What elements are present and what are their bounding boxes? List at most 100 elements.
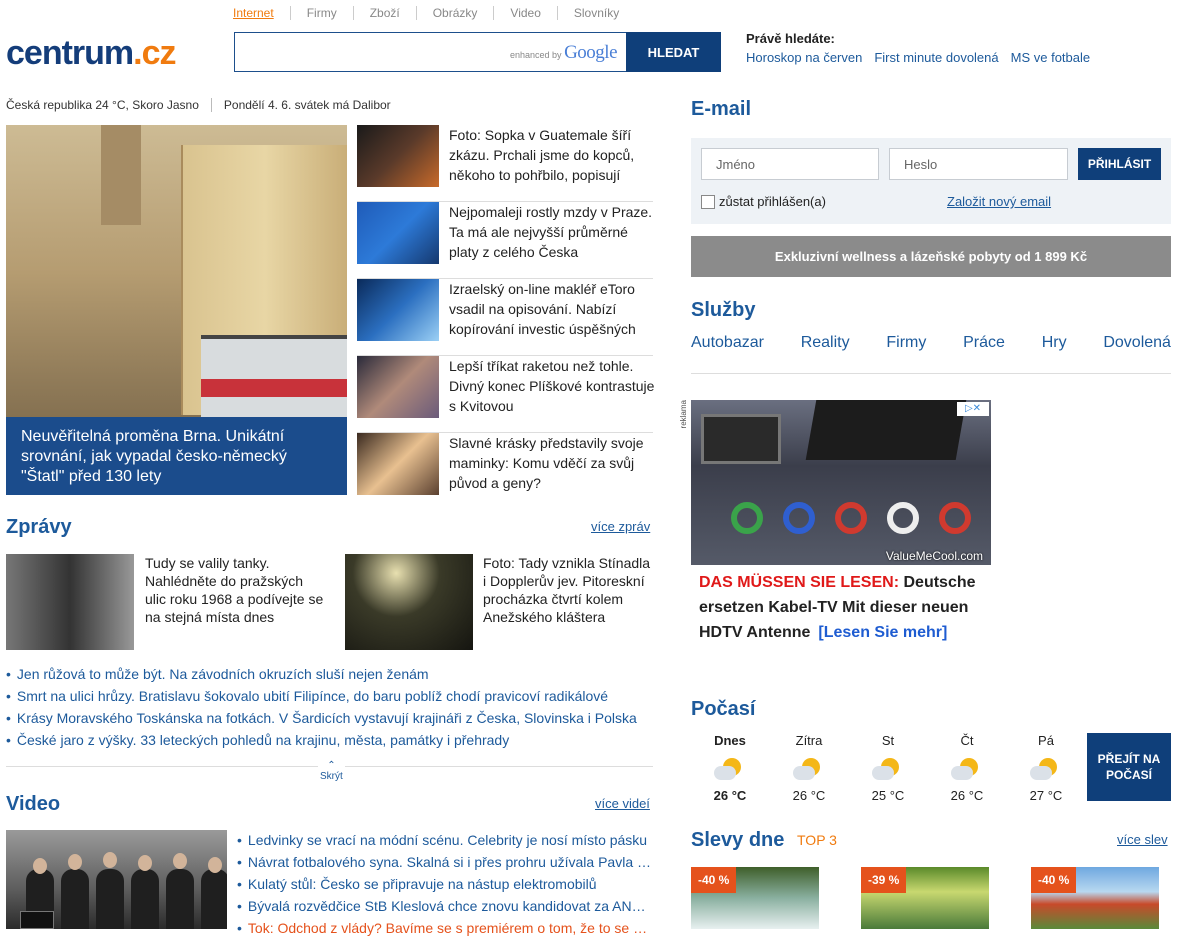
news-item[interactable]: Izraelský on-line makléř eToro vsadil na… — [357, 279, 653, 356]
weather-day-label: Zítra — [795, 733, 823, 748]
deal-card[interactable]: -40 % — [691, 867, 819, 929]
weather-day-label: Pá — [1038, 733, 1054, 748]
zpravy-feature2-title[interactable]: Foto: Tady vznikla Stínadla i Dopplerův … — [483, 554, 653, 626]
more-news-link[interactable]: více zpráv — [591, 519, 650, 534]
ad-label: reklama — [679, 400, 688, 429]
news-item[interactable]: Lepší tříkat raketou než tohle. Divný ko… — [357, 356, 655, 433]
zpravy-list-item[interactable]: České jaro z výšky. 33 leteckých pohledů… — [6, 729, 653, 751]
service-firmy[interactable]: Firmy — [886, 334, 926, 352]
zpravy-feature1-title[interactable]: Tudy se valily tanky. Nahlédněte do praž… — [145, 554, 325, 626]
video-list-item[interactable]: Tok: Odchod z vlády? Bavíme se s premiér… — [237, 917, 653, 939]
nav-zbozi[interactable]: Zboží — [352, 6, 416, 20]
ad-image[interactable]: ▷✕ ValueMeCool.com — [691, 400, 991, 565]
logo-text: centrum — [6, 34, 134, 72]
go-to-weather-button[interactable]: PŘEJÍT NA POČASÍ — [1087, 733, 1171, 801]
hide-toggle[interactable]: ⌃ Skrýt — [318, 760, 345, 782]
top3-label: TOP 3 — [797, 832, 837, 848]
trending-link-ms-fotbal[interactable]: MS ve fotbale — [1011, 50, 1091, 65]
zpravy-title[interactable]: Zprávy — [6, 516, 72, 539]
news-title[interactable]: Lepší tříkat raketou než tohle. Divný ko… — [449, 356, 655, 416]
slevy-title[interactable]: Slevy dne — [691, 829, 784, 852]
weather-day[interactable]: Dnes 26 °C — [700, 733, 760, 803]
video-thumbnail[interactable] — [6, 830, 227, 929]
service-reality[interactable]: Reality — [801, 334, 850, 352]
adchoices-icon[interactable]: ▷✕ — [957, 402, 989, 416]
news-thumbnail — [357, 202, 439, 264]
video-title[interactable]: Video — [6, 793, 60, 816]
deal-card[interactable]: -39 % — [861, 867, 989, 929]
hdmi-plug-graphic — [805, 400, 967, 460]
username-input[interactable]: Jméno — [701, 148, 879, 180]
email-title[interactable]: E-mail — [691, 98, 751, 121]
discount-badge: -39 % — [861, 867, 907, 893]
service-prace[interactable]: Práce — [963, 334, 1005, 352]
news-title[interactable]: Slavné krásky představily svoje maminky:… — [449, 433, 655, 493]
chevron-up-icon: ⌃ — [327, 760, 336, 771]
news-item[interactable]: Nejpomaleji rostly mzdy v Praze. Ta má a… — [357, 202, 653, 279]
service-autobazar[interactable]: Autobazar — [691, 334, 764, 352]
nav-video[interactable]: Video — [493, 6, 556, 20]
news-thumbnail — [357, 279, 439, 341]
av-port-green — [731, 502, 763, 534]
weather-temp: 26 °C — [950, 788, 984, 803]
news-thumbnail — [357, 356, 439, 418]
video-list-item[interactable]: Kulatý stůl: Česko se připravuje na nást… — [237, 873, 653, 895]
news-title[interactable]: Foto: Sopka v Guatemale šíří zkázu. Prch… — [449, 125, 655, 185]
login-button[interactable]: PŘIHLÁSIT — [1078, 148, 1161, 180]
nav-firmy[interactable]: Firmy — [289, 6, 353, 20]
zpravy-feature1-image[interactable] — [6, 554, 134, 650]
wellness-banner[interactable]: Exkluzivní wellness a lázeňské pobyty od… — [691, 236, 1171, 277]
trending-link-horoskop[interactable]: Horoskop na červen — [746, 50, 862, 65]
zpravy-list: Jen růžová to může být. Na závodních okr… — [6, 663, 653, 751]
weather-day[interactable]: St 25 °C — [858, 733, 918, 803]
nav-slovniky[interactable]: Slovníky — [556, 6, 635, 20]
search-button[interactable]: HLEDAT — [626, 32, 721, 72]
more-videos-link[interactable]: více videí — [595, 796, 650, 811]
weather-summary[interactable]: Česká republika 24 °C, Skoro Jasno — [6, 98, 199, 112]
weather-day[interactable]: Čt 26 °C — [937, 733, 997, 803]
discount-badge: -40 % — [691, 867, 737, 893]
stay-logged-checkbox[interactable]: zůstat přihlášen(a) — [701, 194, 826, 209]
create-email-link[interactable]: Založit nový email — [947, 194, 1051, 209]
deal-card[interactable]: -40 % — [1031, 867, 1159, 929]
news-item[interactable]: Foto: Sopka v Guatemale šíří zkázu. Prch… — [357, 125, 653, 202]
trending-links: Horoskop na červen First minute dovolená… — [746, 50, 1090, 65]
news-item[interactable]: Slavné krásky představily svoje maminky:… — [357, 433, 653, 510]
av-port-blue — [783, 502, 815, 534]
hero-article[interactable]: Neuvěřitelná proměna Brna. Unikátní srov… — [6, 125, 347, 495]
search-input[interactable]: enhanced by Google — [234, 32, 627, 72]
more-deals-link[interactable]: více slev — [1117, 832, 1168, 847]
checkbox-icon[interactable] — [701, 194, 715, 209]
video-list-item[interactable]: Ledvinky se vrací na módní scénu. Celebr… — [237, 829, 653, 851]
weather-day[interactable]: Zítra 26 °C — [779, 733, 839, 803]
play-icon[interactable] — [20, 911, 54, 929]
news-title[interactable]: Izraelský on-line makléř eToro vsadil na… — [449, 279, 655, 339]
service-dovolena[interactable]: Dovolená — [1103, 334, 1171, 352]
av-port-white — [887, 502, 919, 534]
password-input[interactable]: Heslo — [889, 148, 1068, 180]
weather-day[interactable]: Pá 27 °C — [1016, 733, 1076, 803]
partly-sunny-icon — [951, 756, 983, 784]
trending-link-first-minute[interactable]: First minute dovolená — [874, 50, 998, 65]
pocasi-title[interactable]: Počasí — [691, 698, 755, 721]
news-thumbnail — [357, 125, 439, 187]
video-list-item[interactable]: Návrat fotbalového syna. Skalná si i pře… — [237, 851, 653, 873]
nav-obrazky[interactable]: Obrázky — [415, 6, 494, 20]
hero-caption[interactable]: Neuvěřitelná proměna Brna. Unikátní srov… — [6, 417, 347, 495]
sluzby-title[interactable]: Služby — [691, 299, 755, 322]
centrum-logo[interactable]: centrum.cz — [6, 34, 177, 73]
video-list: Ledvinky se vrací na módní scénu. Celebr… — [237, 829, 653, 939]
weather-temp: 25 °C — [871, 788, 905, 803]
zpravy-feature2-image[interactable] — [345, 554, 473, 650]
zpravy-list-item[interactable]: Smrt na ulici hrůzy. Bratislavu šokovalo… — [6, 685, 653, 707]
ad-text[interactable]: DAS MÜSSEN SIE LESEN: Deutsche ersetzen … — [699, 570, 991, 645]
news-title[interactable]: Nejpomaleji rostly mzdy v Praze. Ta má a… — [449, 202, 655, 262]
nav-internet[interactable]: Internet — [233, 6, 290, 20]
zpravy-list-item[interactable]: Jen růžová to může být. Na závodních okr… — [6, 663, 653, 685]
video-list-item[interactable]: Bývalá rozvědčice StB Kleslová chce znov… — [237, 895, 653, 917]
service-hry[interactable]: Hry — [1042, 334, 1067, 352]
zpravy-list-item[interactable]: Krásy Moravského Toskánska na fotkách. V… — [6, 707, 653, 729]
discount-badge: -40 % — [1031, 867, 1077, 893]
ad-read-more[interactable]: [Lesen Sie mehr] — [818, 624, 947, 641]
trending-label: Právě hledáte: — [746, 31, 835, 46]
